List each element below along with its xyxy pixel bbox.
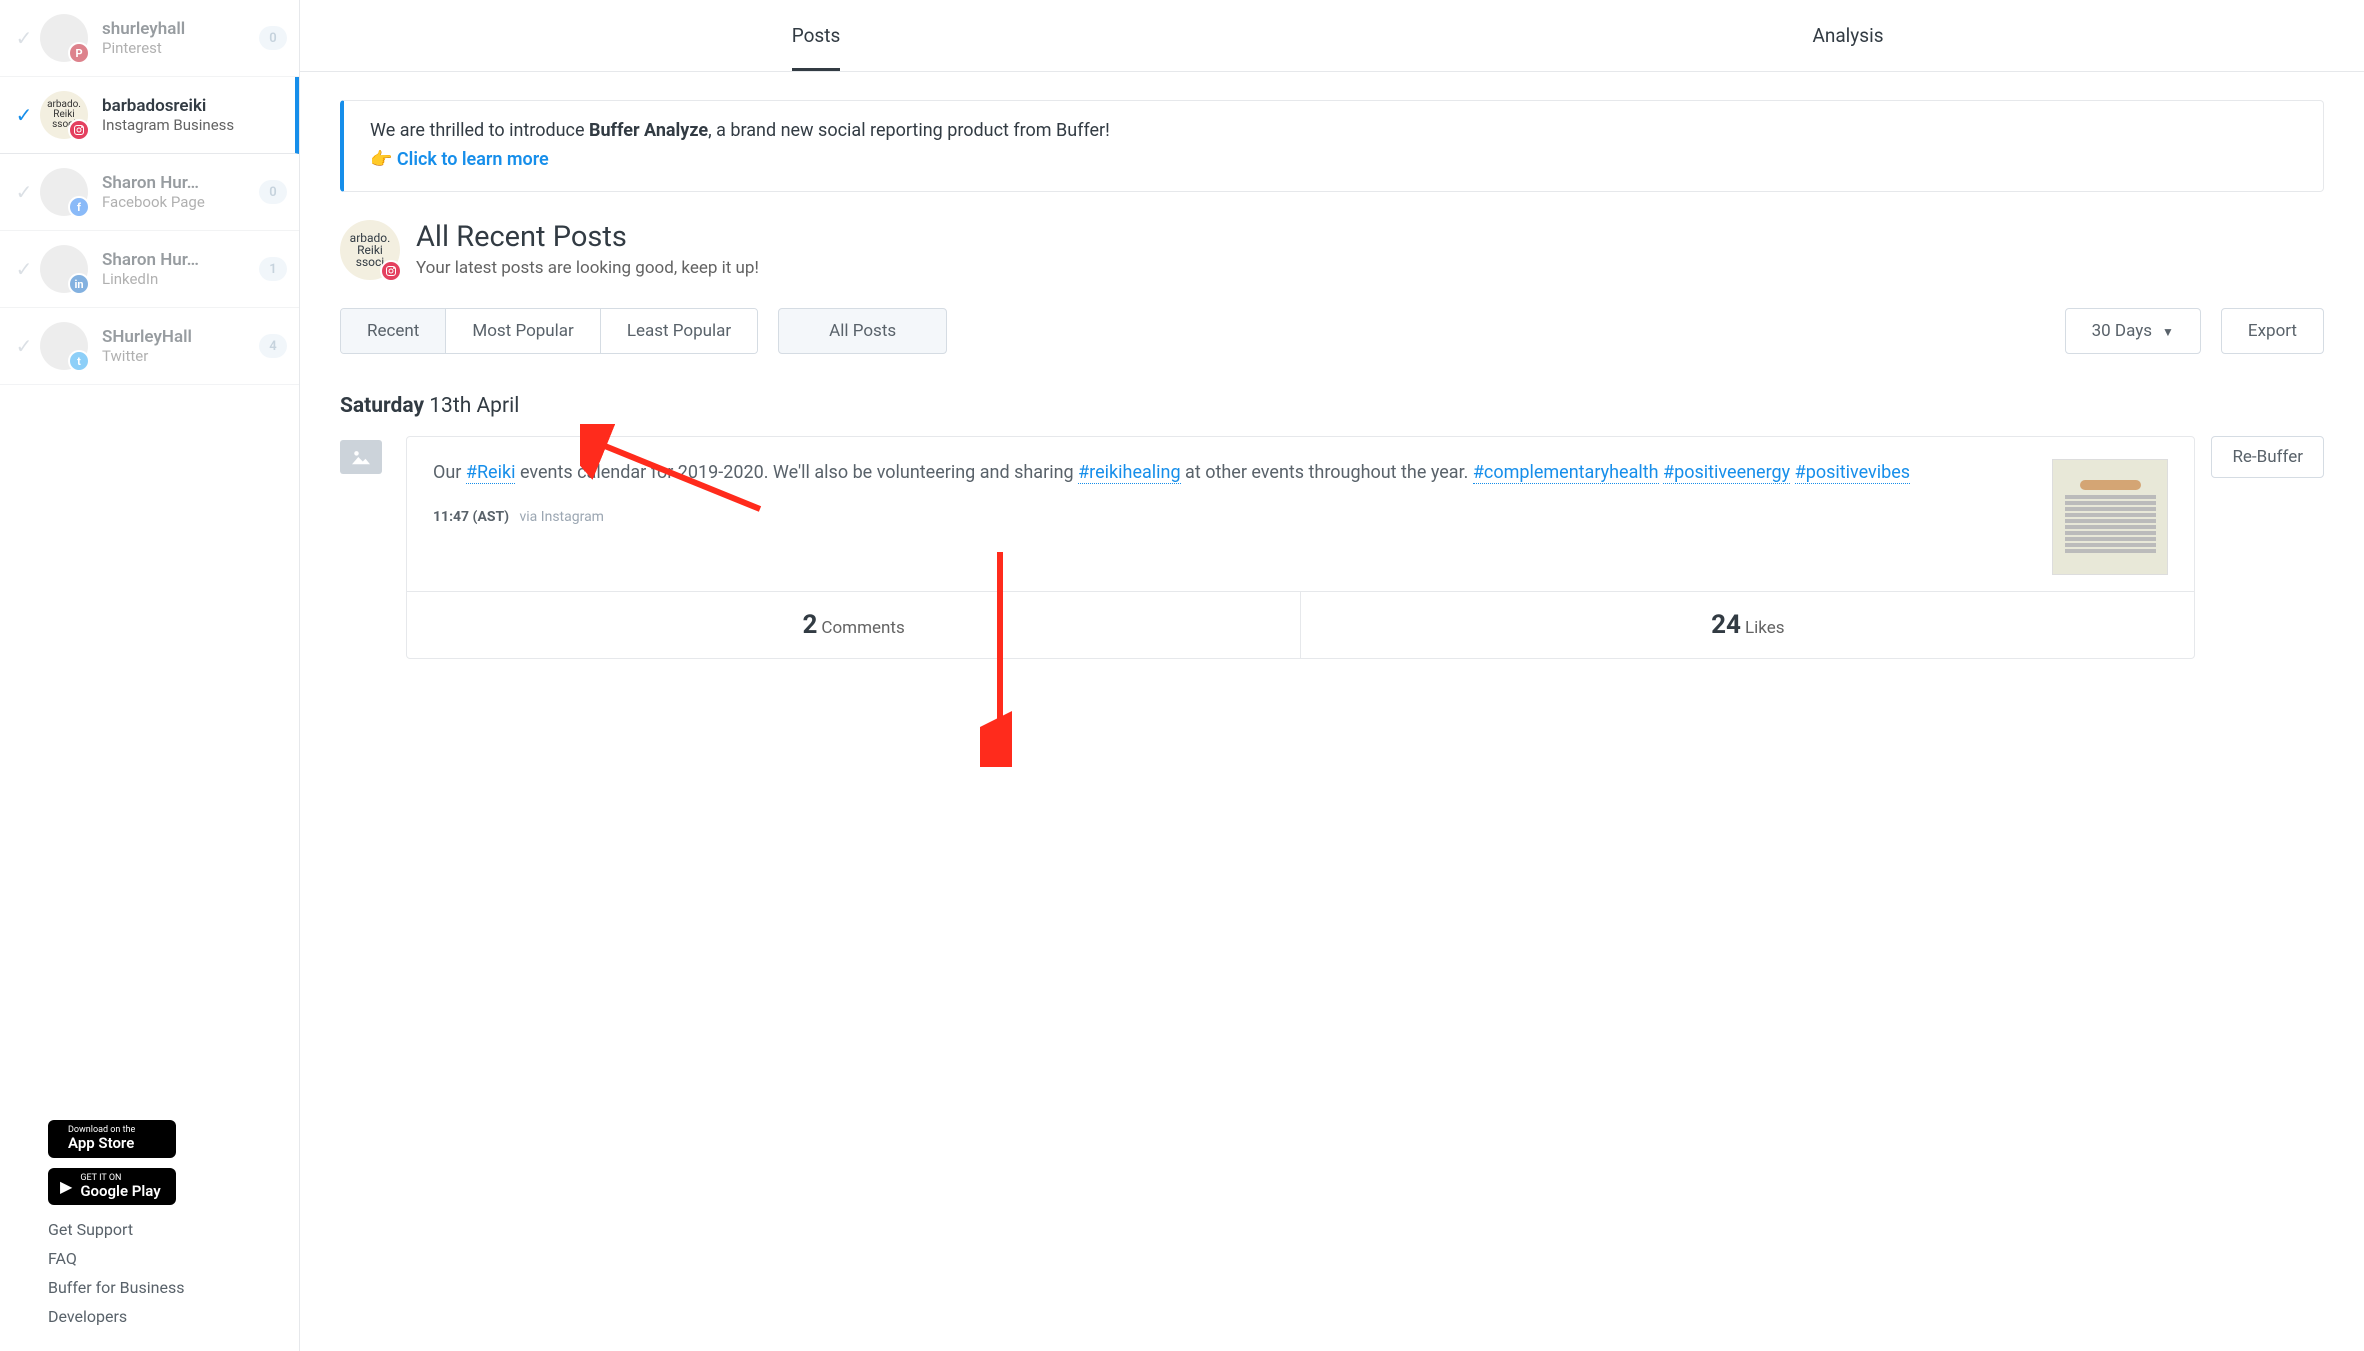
announcement-banner: We are thrilled to introduce Buffer Anal…	[340, 100, 2324, 192]
post-card: Our #Reiki events calendar for 2019-2020…	[406, 436, 2195, 659]
hashtag[interactable]: #reikihealing	[1078, 462, 1181, 484]
account-name: SHurleyHall	[102, 327, 259, 347]
footer-link-get-support[interactable]: Get Support	[48, 1215, 251, 1244]
account-type: Pinterest	[102, 39, 259, 57]
account-count-badge: 0	[259, 26, 287, 50]
likes-stat: 24Likes	[1300, 592, 2194, 658]
check-icon: ✓	[16, 26, 33, 50]
hashtag[interactable]: #positiveenergy	[1663, 462, 1790, 484]
hashtag[interactable]: #positivevibes	[1795, 462, 1910, 484]
sort-recent-button[interactable]: Recent	[341, 309, 445, 353]
account-type: Facebook Page	[102, 193, 259, 211]
all-posts-button[interactable]: All Posts	[778, 308, 947, 354]
banner-text-pre: We are thrilled to introduce	[370, 120, 589, 141]
account-type: Instagram Business	[102, 116, 283, 134]
app-store-big: App Store	[68, 1135, 135, 1152]
pointing-emoji: 👉	[370, 149, 392, 170]
account-name: barbadosreiki	[102, 96, 283, 116]
sidebar-account-linkedin[interactable]: ✓ in Sharon Hur…LinkedIn1	[0, 231, 299, 308]
sort-least-popular-button[interactable]: Least Popular	[600, 309, 757, 353]
post-meta: 11:47 (AST) via Instagram	[433, 509, 2034, 525]
account-name: Sharon Hur…	[102, 250, 259, 270]
post-text: Our #Reiki events calendar for 2019-2020…	[433, 459, 2034, 488]
check-icon: ✓	[16, 180, 33, 204]
account-name: shurleyhall	[102, 19, 259, 39]
account-count-badge: 1	[259, 257, 287, 281]
sidebar-account-facebook[interactable]: ✓ f Sharon Hur…Facebook Page0	[0, 154, 299, 231]
page-subtitle: Your latest posts are looking good, keep…	[416, 258, 759, 278]
instagram-icon	[68, 119, 90, 141]
comments-stat: 2Comments	[407, 592, 1300, 658]
pinterest-icon: P	[68, 42, 90, 64]
linkedin-icon: in	[68, 273, 90, 295]
chevron-down-icon: ▼	[2162, 325, 2174, 339]
google-play-big: Google Play	[80, 1183, 160, 1200]
google-play-button[interactable]: ▶ GET IT ON Google Play	[48, 1168, 176, 1206]
sort-button-group: Recent Most Popular Least Popular	[340, 308, 758, 354]
post-thumbnail	[2052, 459, 2168, 575]
check-icon: ✓	[16, 257, 33, 281]
image-icon	[340, 440, 382, 474]
footer-link-buffer-for-business[interactable]: Buffer for Business	[48, 1273, 251, 1302]
hashtag[interactable]: #complementaryhealth	[1473, 462, 1659, 484]
tab-analysis[interactable]: Analysis	[1332, 0, 2364, 71]
timeframe-dropdown[interactable]: 30 Days▼	[2065, 308, 2201, 354]
date-header: Saturday 13th April	[340, 394, 2324, 418]
sidebar-account-instagram[interactable]: ✓arbado. Reiki ssocibarbadosreikiInstagr…	[0, 77, 299, 154]
profile-avatar: arbado. Reiki ssoci	[340, 220, 400, 280]
sidebar-account-pinterest[interactable]: ✓ PshurleyhallPinterest0	[0, 0, 299, 77]
tab-posts[interactable]: Posts	[300, 0, 1332, 71]
check-icon: ✓	[16, 103, 33, 127]
app-store-button[interactable]: Download on the App Store	[48, 1120, 176, 1158]
export-button[interactable]: Export	[2221, 308, 2324, 354]
sort-most-popular-button[interactable]: Most Popular	[445, 309, 599, 353]
page-title: All Recent Posts	[416, 220, 759, 254]
twitter-icon: t	[68, 350, 90, 372]
account-count-badge: 0	[259, 180, 287, 204]
check-icon: ✓	[16, 334, 33, 358]
banner-bold: Buffer Analyze	[589, 120, 708, 141]
banner-text-post: , a brand new social reporting product f…	[708, 120, 1110, 141]
account-type: LinkedIn	[102, 270, 259, 288]
instagram-icon	[380, 260, 402, 282]
footer-link-developers[interactable]: Developers	[48, 1302, 251, 1331]
account-type: Twitter	[102, 347, 259, 365]
account-name: Sharon Hur…	[102, 173, 259, 193]
play-icon: ▶	[60, 1177, 72, 1196]
account-count-badge: 4	[259, 334, 287, 358]
footer-link-faq[interactable]: FAQ	[48, 1244, 251, 1273]
sidebar-account-twitter[interactable]: ✓ t SHurleyHallTwitter4	[0, 308, 299, 385]
banner-link[interactable]: Click to learn more	[397, 149, 549, 170]
hashtag[interactable]: #Reiki	[466, 462, 516, 484]
rebuffer-button[interactable]: Re-Buffer	[2211, 436, 2324, 478]
facebook-icon: f	[68, 196, 90, 218]
